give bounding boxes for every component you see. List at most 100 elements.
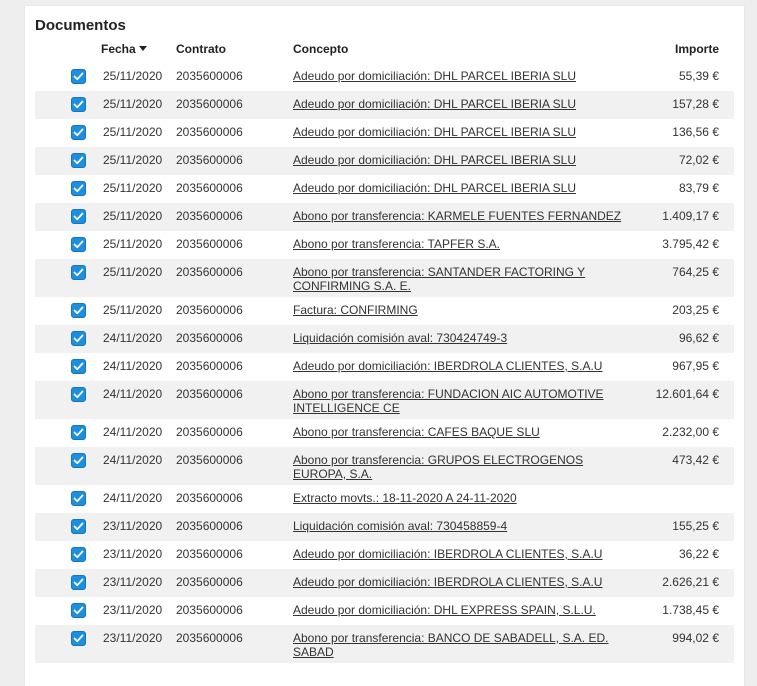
panel-title: Documentos — [35, 17, 126, 34]
cell-concepto-link[interactable]: Extracto movts.: 18-11-2020 A 24-11-2020 — [293, 491, 628, 505]
cell-contrato: 2035600006 — [176, 387, 243, 401]
row-checkbox[interactable] — [71, 631, 86, 646]
row-checkbox[interactable] — [71, 97, 86, 112]
row-checkbox[interactable] — [71, 547, 86, 562]
table-row: 25/11/2020 2035600006 Adeudo por domicilia… — [35, 91, 734, 119]
cell-concepto-link[interactable]: Adeudo por domiciliación: DHL PARCEL IBE… — [293, 125, 628, 139]
row-checkbox[interactable] — [71, 453, 86, 468]
cell-concepto-link[interactable]: Liquidación comisión aval: 730458859-4 — [293, 519, 628, 533]
table-header: Fecha Contrato Concepto Importe — [35, 42, 734, 60]
cell-concepto-link[interactable]: Abono por transferencia: KARMELE FUENTES… — [293, 209, 628, 223]
cell-contrato: 2035600006 — [176, 265, 243, 279]
column-header-fecha[interactable]: Fecha — [101, 42, 147, 56]
column-header-fecha-label: Fecha — [101, 42, 136, 56]
row-checkbox[interactable] — [71, 69, 86, 84]
row-checkbox[interactable] — [71, 331, 86, 346]
table-row: 25/11/2020 2035600006 Adeudo por domicilia… — [35, 119, 734, 147]
cell-concepto-link[interactable]: Abono por transferencia: FUNDACION AIC A… — [293, 387, 628, 415]
cell-concepto-link[interactable]: Liquidación comisión aval: 730424749-3 — [293, 331, 628, 345]
checkmark-icon — [73, 72, 84, 81]
checkmark-icon — [73, 100, 84, 109]
cell-contrato: 2035600006 — [176, 181, 243, 195]
caret-down-icon — [138, 46, 147, 51]
cell-concepto-link[interactable]: Abono por transferencia: TAPFER S.A. — [293, 237, 628, 251]
row-checkbox[interactable] — [71, 359, 86, 374]
row-checkbox[interactable] — [71, 153, 86, 168]
row-checkbox[interactable] — [71, 519, 86, 534]
cell-fecha: 25/11/2020 — [103, 303, 163, 317]
row-checkbox[interactable] — [71, 491, 86, 506]
cell-fecha: 24/11/2020 — [103, 359, 163, 373]
cell-fecha: 25/11/2020 — [103, 209, 163, 223]
cell-contrato: 2035600006 — [176, 453, 243, 467]
checkmark-icon — [73, 494, 84, 503]
row-checkbox[interactable] — [71, 575, 86, 590]
row-checkbox[interactable] — [71, 237, 86, 252]
cell-fecha: 24/11/2020 — [103, 453, 163, 467]
cell-concepto-link[interactable]: Adeudo por domiciliación: DHL EXPRESS SP… — [293, 603, 628, 617]
cell-importe: 764,25 € — [672, 265, 719, 279]
table-row: 23/11/2020 2035600006 Adeudo por domicilia… — [35, 541, 734, 569]
cell-fecha: 23/11/2020 — [103, 547, 163, 561]
cell-concepto-link[interactable]: Adeudo por domiciliación: DHL PARCEL IBE… — [293, 97, 628, 111]
cell-concepto-link[interactable]: Abono por transferencia: BANCO DE SABADE… — [293, 631, 628, 659]
cell-concepto-link[interactable]: Adeudo por domiciliación: DHL PARCEL IBE… — [293, 153, 628, 167]
checkmark-icon — [73, 268, 84, 277]
cell-importe: 203,25 € — [672, 303, 719, 317]
checkmark-icon — [73, 550, 84, 559]
row-checkbox[interactable] — [71, 181, 86, 196]
cell-concepto-link[interactable]: Adeudo por domiciliación: DHL PARCEL IBE… — [293, 181, 628, 195]
cell-concepto-link[interactable]: Adeudo por domiciliación: IBERDROLA CLIE… — [293, 547, 628, 561]
cell-fecha: 24/11/2020 — [103, 425, 163, 439]
table-row: 24/11/2020 2035600006 Abono por transferen… — [35, 447, 734, 485]
table-row: 24/11/2020 2035600006 Abono por transferen… — [35, 419, 734, 447]
checkmark-icon — [73, 390, 84, 399]
cell-importe: 994,02 € — [672, 631, 719, 645]
cell-concepto-link[interactable]: Abono por transferencia: GRUPOS ELECTROG… — [293, 453, 628, 481]
checkmark-icon — [73, 212, 84, 221]
documents-table-body: 25/11/2020 2035600006 Adeudo por domicilia… — [35, 63, 734, 663]
cell-fecha: 24/11/2020 — [103, 491, 163, 505]
cell-importe: 136,56 € — [672, 125, 719, 139]
row-checkbox[interactable] — [71, 425, 86, 440]
cell-contrato: 2035600006 — [176, 547, 243, 561]
cell-contrato: 2035600006 — [176, 425, 243, 439]
table-row: 25/11/2020 2035600006 Abono por transferen… — [35, 203, 734, 231]
row-checkbox[interactable] — [71, 387, 86, 402]
table-row: 24/11/2020 2035600006 Liquidación comisión… — [35, 325, 734, 353]
table-row: 25/11/2020 2035600006 Factura: CONFIRMING 2… — [35, 297, 734, 325]
column-header-concepto: Concepto — [293, 42, 349, 56]
cell-contrato: 2035600006 — [176, 359, 243, 373]
cell-contrato: 2035600006 — [176, 97, 243, 111]
cell-contrato: 2035600006 — [176, 153, 243, 167]
column-header-contrato: Contrato — [176, 42, 226, 56]
cell-fecha: 25/11/2020 — [103, 153, 163, 167]
column-header-importe: Importe — [674, 42, 719, 56]
row-checkbox[interactable] — [71, 265, 86, 280]
cell-importe: 967,95 € — [672, 359, 719, 373]
checkmark-icon — [73, 456, 84, 465]
cell-concepto-link[interactable]: Adeudo por domiciliación: IBERDROLA CLIE… — [293, 359, 628, 373]
cell-concepto-link[interactable]: Factura: CONFIRMING — [293, 303, 628, 317]
cell-fecha: 23/11/2020 — [103, 603, 163, 617]
table-row: 24/11/2020 2035600006 Extracto movts.: 18-… — [35, 485, 734, 513]
checkmark-icon — [73, 362, 84, 371]
cell-concepto-link[interactable]: Adeudo por domiciliación: DHL PARCEL IBE… — [293, 69, 628, 83]
cell-concepto-link[interactable]: Abono por transferencia: CAFES BAQUE SLU — [293, 425, 628, 439]
cell-importe: 157,28 € — [672, 97, 719, 111]
cell-importe: 55,39 € — [678, 69, 719, 83]
row-checkbox[interactable] — [71, 303, 86, 318]
cell-concepto-link[interactable]: Adeudo por domiciliación: IBERDROLA CLIE… — [293, 575, 628, 589]
row-checkbox[interactable] — [71, 125, 86, 140]
cell-fecha: 25/11/2020 — [103, 125, 163, 139]
cell-contrato: 2035600006 — [176, 575, 243, 589]
row-checkbox[interactable] — [71, 603, 86, 618]
table-row: 25/11/2020 2035600006 Adeudo por domicilia… — [35, 63, 734, 91]
row-checkbox[interactable] — [71, 209, 86, 224]
cell-concepto-link[interactable]: Abono por transferencia: SANTANDER FACTO… — [293, 265, 628, 293]
checkmark-icon — [73, 156, 84, 165]
checkmark-icon — [73, 522, 84, 531]
table-row: 25/11/2020 2035600006 Adeudo por domicilia… — [35, 175, 734, 203]
table-row: 24/11/2020 2035600006 Adeudo por domicilia… — [35, 353, 734, 381]
checkmark-icon — [73, 634, 84, 643]
